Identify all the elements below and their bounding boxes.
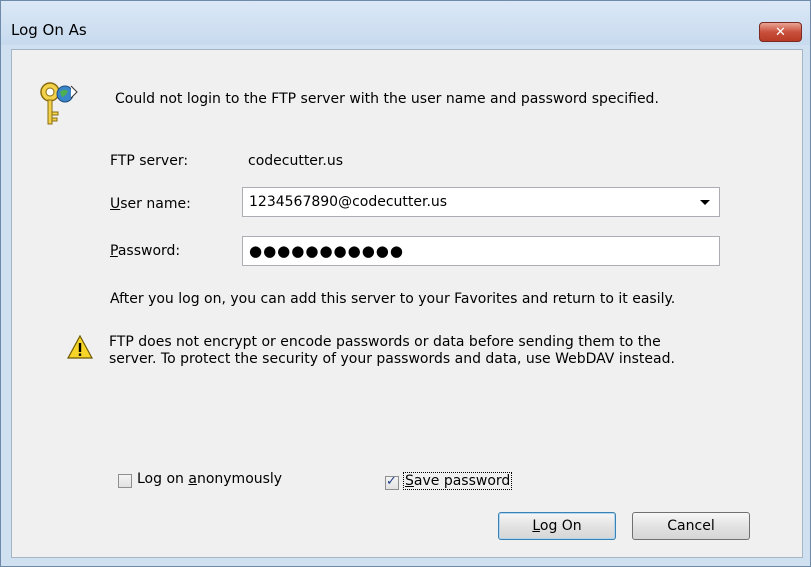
warning-line-1: FTP does not encrypt or encode passwords… — [109, 334, 661, 350]
username-label: User name: — [110, 196, 191, 212]
ftp-security-warning: FTP does not encrypt or encode passwords… — [109, 334, 675, 368]
dialog-body: Could not login to the FTP server with t… — [11, 49, 803, 558]
ftp-server-value: codecutter.us — [248, 153, 344, 169]
error-message: Could not login to the FTP server with t… — [115, 91, 659, 107]
password-mask: ●●●●●●●●●●● — [249, 242, 404, 260]
username-value: 1234567890@codecutter.us — [249, 194, 448, 210]
chevron-down-icon[interactable] — [700, 200, 710, 205]
close-icon: ✕ — [775, 24, 786, 40]
favorites-info: After you log on, you can add this serve… — [110, 291, 676, 307]
password-label: Password: — [110, 243, 181, 259]
warning-icon — [67, 335, 93, 359]
window-title: Log On As — [11, 21, 87, 39]
keys-globe-icon — [40, 82, 78, 125]
log-on-button[interactable]: Log On — [498, 512, 616, 540]
username-combobox[interactable]: 1234567890@codecutter.us — [242, 187, 720, 217]
close-button[interactable]: ✕ — [759, 22, 802, 42]
save-password-label[interactable]: Save password — [403, 472, 513, 490]
anonymous-checkbox[interactable] — [118, 474, 132, 488]
title-bar[interactable]: Log On As ✕ — [1, 1, 810, 45]
password-field[interactable]: ●●●●●●●●●●● — [242, 236, 720, 266]
ftp-server-label: FTP server: — [110, 153, 189, 169]
anonymous-label[interactable]: Log on anonymously — [137, 471, 282, 487]
warning-line-2: server. To protect the security of your … — [109, 351, 675, 367]
cancel-button[interactable]: Cancel — [632, 512, 750, 540]
save-password-checkbox[interactable] — [385, 474, 399, 490]
dialog-window: Log On As ✕ Could not login to the FTP s… — [0, 0, 811, 567]
